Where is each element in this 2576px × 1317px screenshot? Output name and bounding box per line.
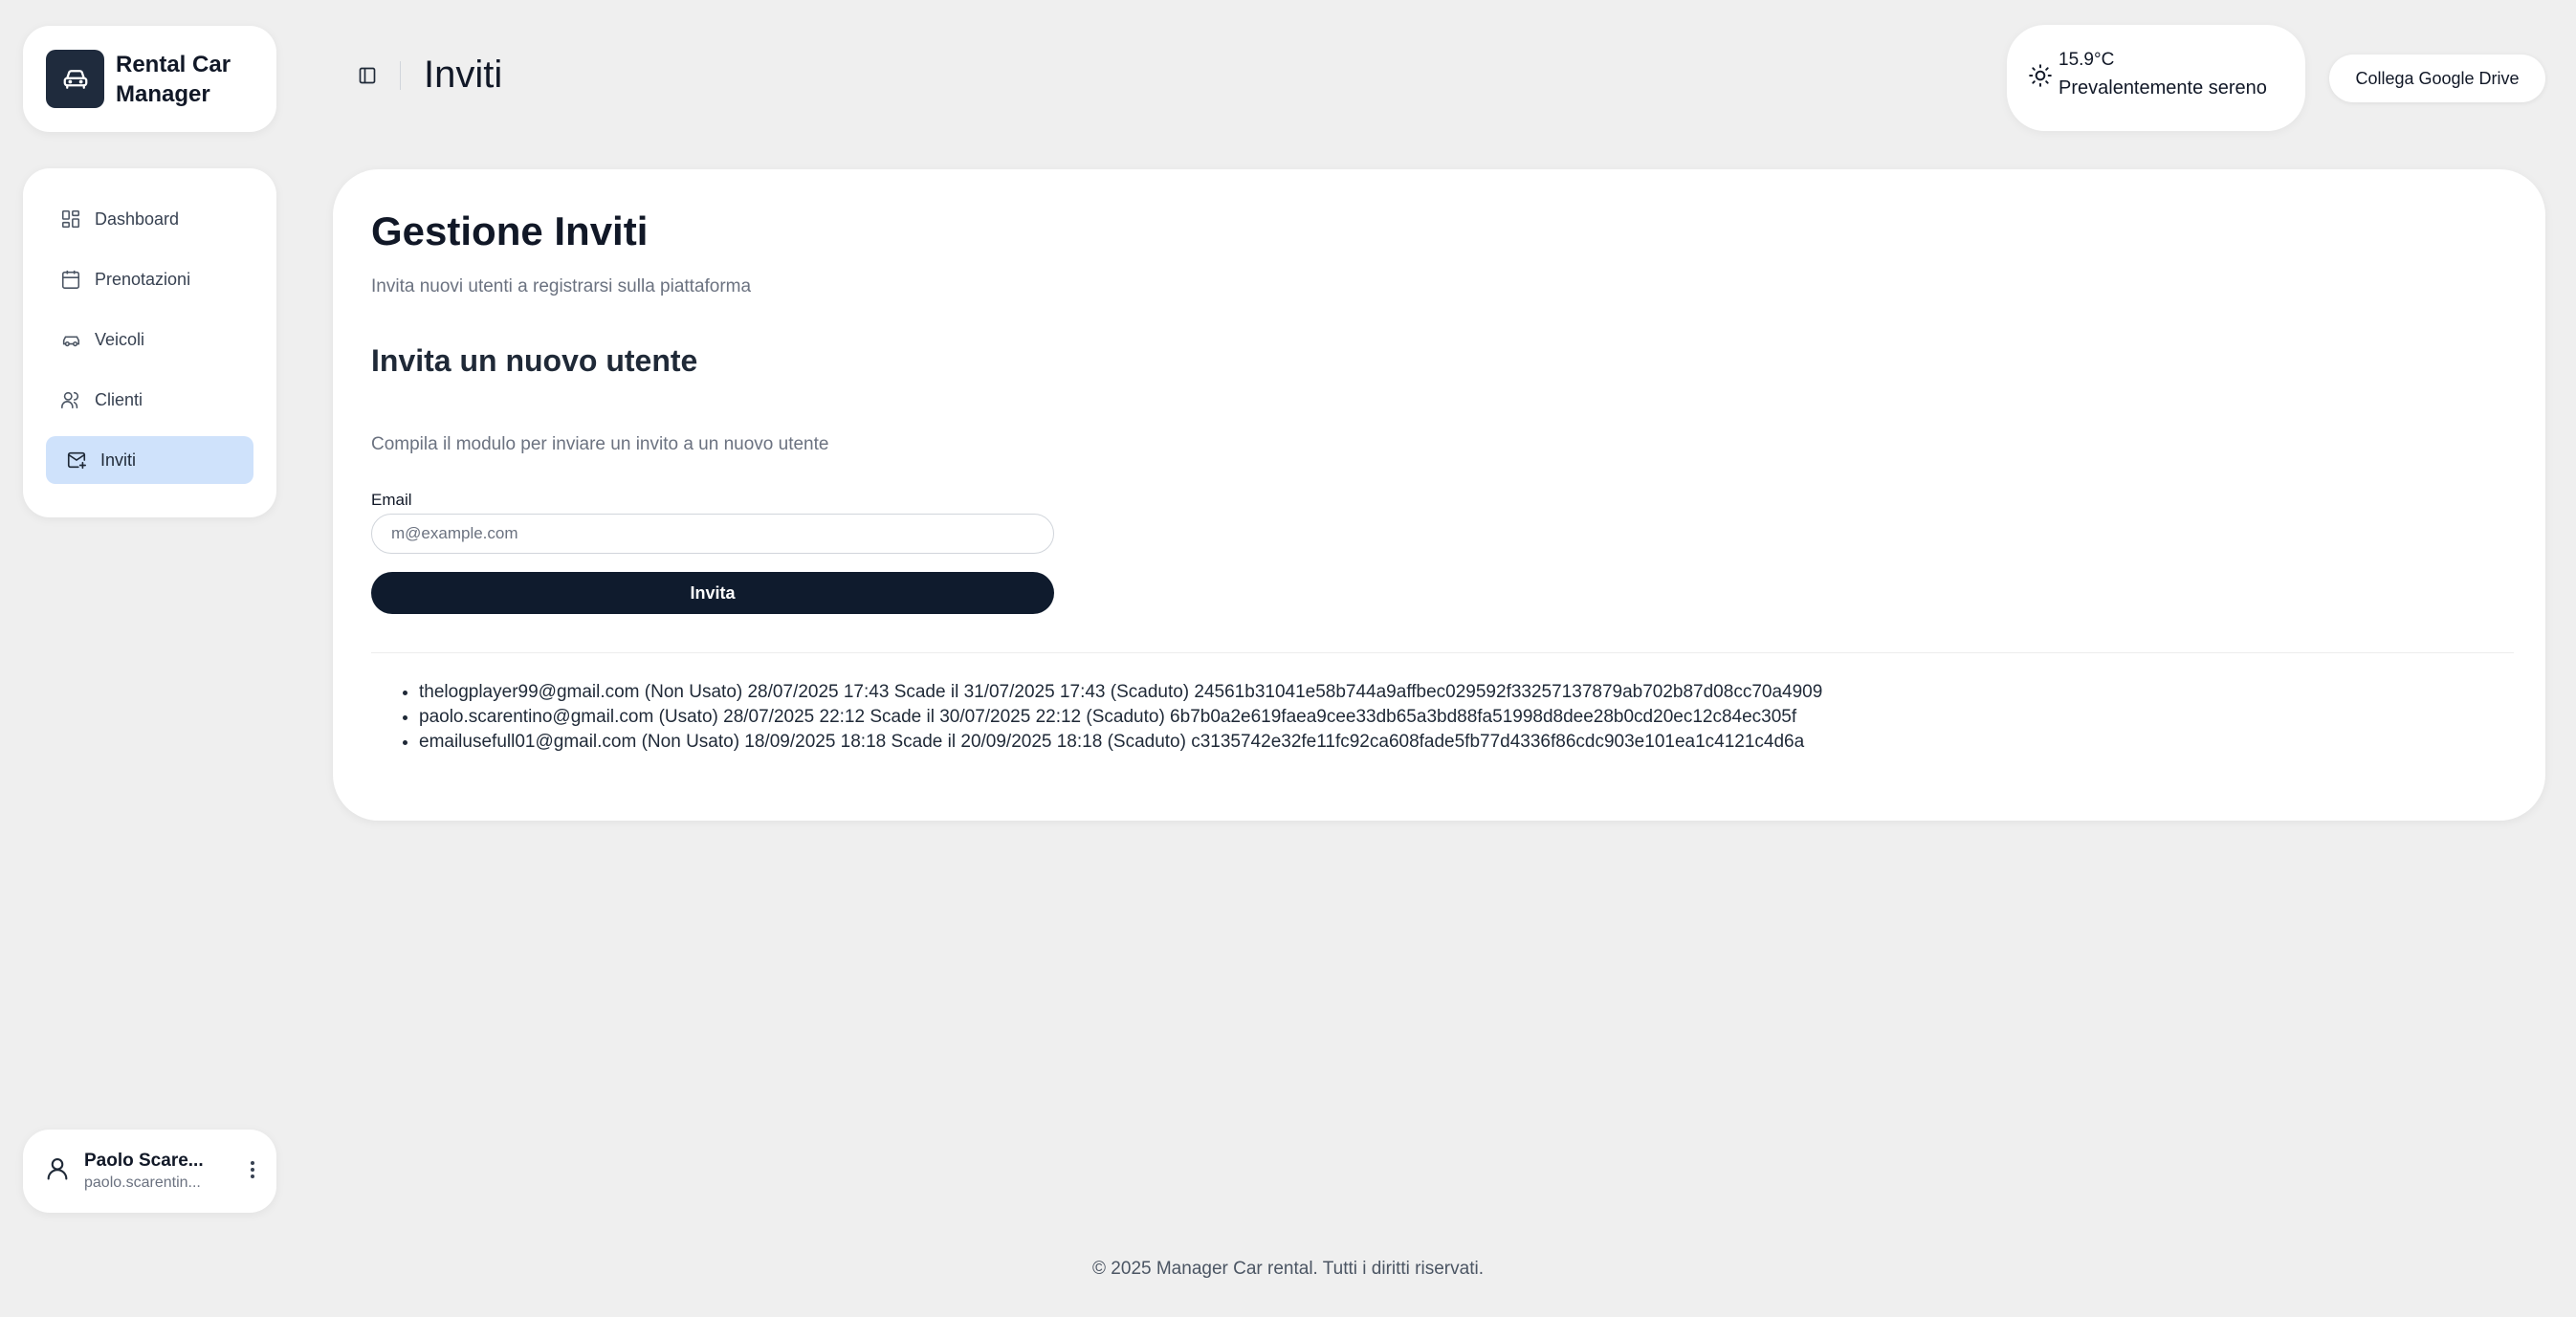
page-title: Inviti bbox=[424, 54, 503, 96]
weather-widget: 15.9°C Prevalentemente sereno bbox=[2007, 25, 2305, 131]
sidebar-item-label: Dashboard bbox=[95, 209, 180, 229]
header-separator bbox=[400, 60, 401, 90]
sidebar-item-label: Prenotazioni bbox=[95, 269, 191, 289]
section-subtitle: Compila il modulo per inviare un invito … bbox=[371, 434, 829, 454]
user-card[interactable]: Paolo Scare... paolo.scarentin... bbox=[23, 1130, 276, 1213]
section-title: Invita un nuovo utente bbox=[371, 343, 698, 378]
email-label: Email bbox=[371, 491, 412, 509]
list-item: emailusefull01@gmail.com (Non Usato) 18/… bbox=[419, 730, 2507, 755]
car-icon bbox=[46, 50, 104, 108]
sidebar-item-label: Veicoli bbox=[95, 329, 145, 349]
invite-list: thelogplayer99@gmail.com (Non Usato) 28/… bbox=[371, 680, 2507, 755]
list-item: paolo.scarentino@gmail.com (Usato) 28/07… bbox=[419, 705, 2507, 730]
weather-description: Prevalentemente sereno bbox=[2059, 77, 2267, 99]
weather-text: 15.9°C Prevalentemente sereno bbox=[2059, 48, 2267, 103]
user-name: Paolo Scare... bbox=[84, 1150, 204, 1171]
sidebar-toggle-icon[interactable] bbox=[356, 64, 379, 87]
car-icon bbox=[59, 328, 82, 351]
users-icon bbox=[59, 388, 82, 411]
brand-card: Rental Car Manager bbox=[23, 26, 276, 132]
sidebar-item-dashboard[interactable]: Dashboard bbox=[46, 195, 253, 243]
main-content: Gestione Inviti Invita nuovi utenti a re… bbox=[371, 208, 2514, 755]
invite-button[interactable]: Invita bbox=[371, 572, 1054, 614]
sidebar-item-label: Clienti bbox=[95, 389, 143, 409]
user-icon bbox=[44, 1154, 71, 1188]
more-vertical-icon[interactable] bbox=[250, 1159, 255, 1183]
user-info: Paolo Scare... paolo.scarentin... bbox=[84, 1150, 228, 1194]
list-item: thelogplayer99@gmail.com (Non Usato) 28/… bbox=[419, 680, 2507, 705]
connect-google-drive-button[interactable]: Collega Google Drive bbox=[2329, 55, 2545, 102]
main-title: Gestione Inviti bbox=[371, 209, 649, 253]
dashboard-icon bbox=[59, 208, 82, 230]
main-card: Gestione Inviti Invita nuovi utenti a re… bbox=[333, 169, 2545, 821]
sidebar-item-veicoli[interactable]: Veicoli bbox=[46, 316, 253, 363]
weather-temperature: 15.9°C bbox=[2059, 49, 2115, 70]
sidebar-item-label: Inviti bbox=[100, 450, 137, 470]
sidebar-item-inviti[interactable]: Inviti bbox=[46, 436, 253, 484]
sun-icon bbox=[2028, 63, 2053, 93]
user-email: paolo.scarentin... bbox=[84, 1174, 201, 1191]
app-root: Rental Car Manager Dashboard Prenotazion… bbox=[0, 0, 2576, 1317]
calendar-icon bbox=[59, 268, 82, 291]
sidebar-item-prenotazioni[interactable]: Prenotazioni bbox=[46, 255, 253, 303]
sidebar-nav: Dashboard Prenotazioni Veicoli Clienti I… bbox=[23, 168, 276, 517]
brand-name: Rental Car Manager bbox=[116, 51, 231, 107]
header: Inviti bbox=[356, 54, 502, 97]
email-field[interactable] bbox=[371, 514, 1054, 554]
mail-plus-icon bbox=[65, 449, 88, 472]
divider bbox=[371, 652, 2514, 653]
main-subtitle: Invita nuovi utenti a registrarsi sulla … bbox=[371, 276, 752, 296]
sidebar-item-clienti[interactable]: Clienti bbox=[46, 376, 253, 424]
footer: © 2025 Manager Car rental. Tutti i dirit… bbox=[1092, 1259, 1484, 1279]
